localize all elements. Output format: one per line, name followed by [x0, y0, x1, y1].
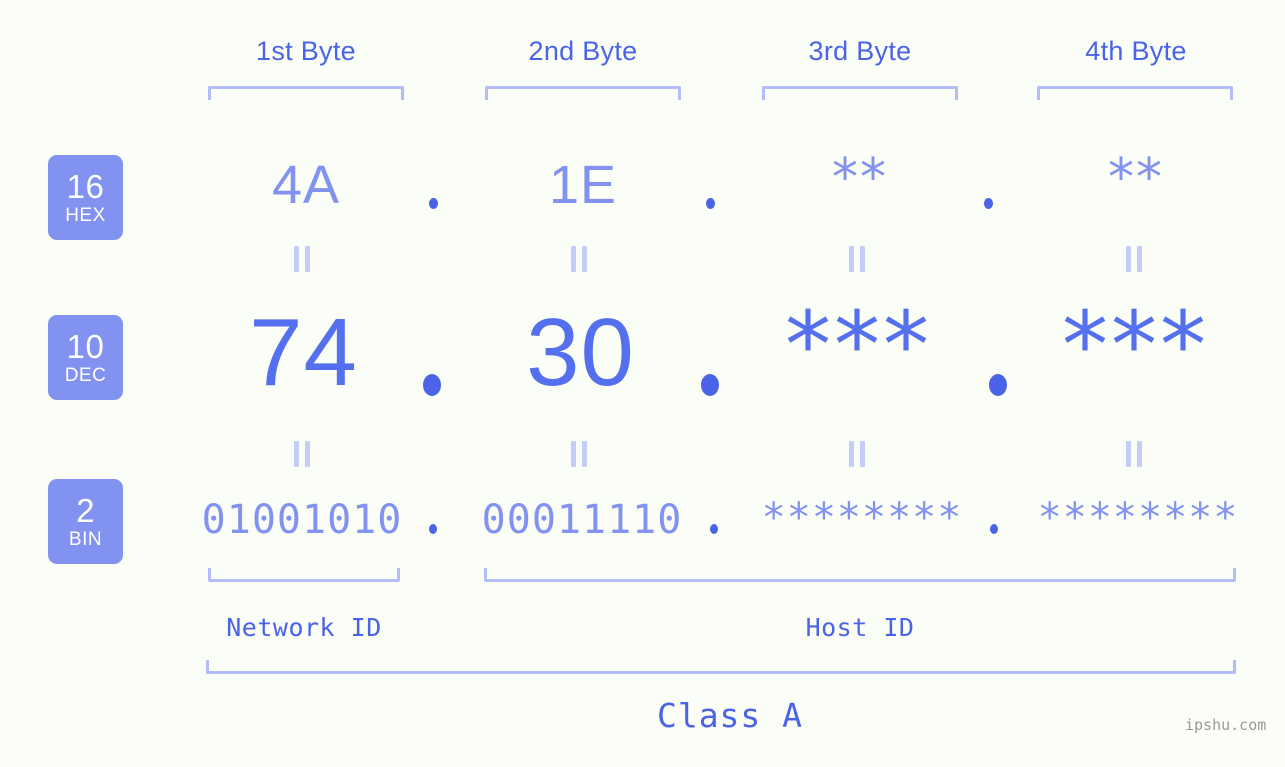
dec-value-byte-1: 74: [249, 299, 358, 406]
hex-separator-dot-2: [706, 198, 715, 209]
bin-separator-dot-3: [990, 524, 998, 534]
bin-separator-dot-1: [429, 524, 437, 534]
network-id-label: Network ID: [226, 613, 382, 642]
hex-value-byte-1: 4A: [271, 155, 341, 215]
hex-separator-dot-1: [429, 198, 438, 209]
byte-title-1: 1st Byte: [256, 36, 356, 66]
base-badge-hex-name: HEX: [65, 205, 106, 226]
bin-value-byte-4: ********: [1037, 495, 1239, 541]
class-label: Class A: [656, 696, 804, 735]
byte-bracket-top-1: [208, 86, 404, 100]
byte-title-4: 4th Byte: [1085, 36, 1187, 66]
class-bracket: [206, 660, 1236, 674]
ip-byte-diagram: 1st Byte 2nd Byte 3rd Byte 4th Byte 16 H…: [0, 0, 1285, 767]
byte-bracket-top-4: [1037, 86, 1233, 100]
bin-separator-dot-2: [710, 524, 718, 534]
bin-value-byte-2: 00011110: [481, 497, 683, 543]
hex-value-byte-3: **: [832, 148, 888, 208]
equals-mark-hex-dec-2: [571, 246, 587, 272]
bin-value-byte-1: 01001010: [201, 497, 403, 543]
hex-value-byte-2: 1E: [548, 155, 618, 215]
network-id-bracket: [208, 568, 400, 582]
base-badge-bin: 2 BIN: [48, 479, 123, 564]
base-badge-dec: 10 DEC: [48, 315, 123, 400]
dec-separator-dot-3: [989, 374, 1007, 396]
equals-mark-dec-bin-2: [571, 441, 587, 467]
hex-separator-dot-3: [984, 198, 993, 209]
equals-mark-dec-bin-1: [294, 441, 310, 467]
bin-value-byte-3: ********: [761, 495, 963, 541]
equals-mark-dec-bin-3: [849, 441, 865, 467]
dec-separator-dot-2: [701, 374, 719, 396]
dec-separator-dot-1: [423, 374, 441, 396]
host-id-bracket: [484, 568, 1236, 582]
equals-mark-dec-bin-4: [1126, 441, 1142, 467]
dec-value-byte-2: 30: [526, 299, 635, 406]
dec-value-byte-3: ***: [785, 292, 932, 399]
byte-title-3: 3rd Byte: [808, 36, 912, 66]
base-badge-hex-number: 16: [66, 168, 105, 205]
byte-bracket-top-2: [485, 86, 681, 100]
equals-mark-hex-dec-3: [849, 246, 865, 272]
equals-mark-hex-dec-1: [294, 246, 310, 272]
base-badge-hex: 16 HEX: [48, 155, 123, 240]
byte-bracket-top-3: [762, 86, 958, 100]
byte-title-2: 2nd Byte: [528, 36, 638, 66]
base-badge-dec-number: 10: [66, 328, 105, 365]
equals-mark-hex-dec-4: [1126, 246, 1142, 272]
host-id-label: Host ID: [805, 613, 915, 642]
hex-value-byte-4: **: [1108, 148, 1164, 208]
base-badge-bin-name: BIN: [68, 529, 103, 550]
base-badge-dec-name: DEC: [64, 365, 107, 386]
site-watermark: ipshu.com: [1185, 716, 1267, 734]
dec-value-byte-4: ***: [1062, 292, 1209, 399]
base-badge-bin-number: 2: [76, 492, 95, 529]
